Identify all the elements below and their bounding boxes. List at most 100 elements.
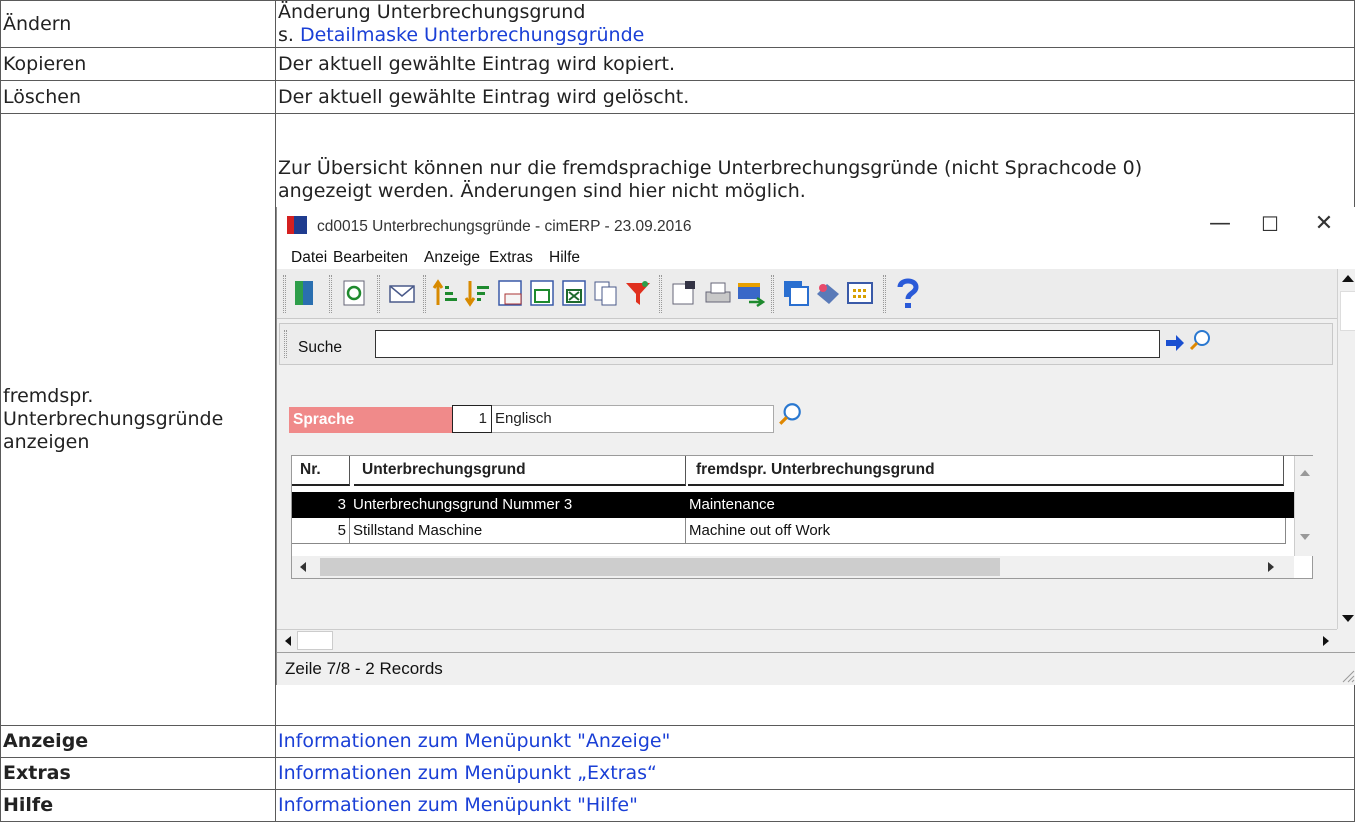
excel-icon[interactable]: [559, 278, 589, 308]
windows-icon[interactable]: [781, 278, 811, 308]
scroll-left-arrow-icon[interactable]: [285, 635, 291, 646]
toolbar-grip: [659, 274, 662, 313]
grid-horizontal-scrollbar[interactable]: [292, 555, 1294, 578]
toolbar-grip: [377, 274, 380, 313]
row-fremd: fremdspr. Unterbrechungsgründe anzeigen …: [0, 113, 1355, 726]
cell-nr: 5: [292, 517, 350, 544]
cell-fremd: Machine out off Work: [686, 517, 1286, 544]
cell-desc-fremd: Zur Übersicht können nur die fremdsprach…: [275, 113, 1355, 726]
transfer-icon[interactable]: [735, 278, 765, 308]
menu-datei[interactable]: Datei: [291, 246, 327, 269]
cell-link-anzeige: Informationen zum Menüpunkt "Anzeige": [275, 725, 1355, 758]
search-bar: Suche: [279, 322, 1333, 365]
link-extras[interactable]: Informationen zum Menüpunkt „Extras“: [278, 762, 657, 784]
sprache-search-icon[interactable]: [777, 401, 803, 427]
scroll-down-arrow-icon[interactable]: [1342, 614, 1354, 622]
export-icon[interactable]: [527, 278, 557, 308]
toolbar-grip: [883, 274, 886, 313]
scroll-right-arrow-icon[interactable]: [1323, 635, 1329, 646]
table-row[interactable]: 5 Stillstand Maschine Machine out off Wo…: [292, 517, 1294, 544]
menu-bearbeiten[interactable]: Bearbeiten: [333, 246, 408, 269]
column-header-nr[interactable]: Nr.: [292, 455, 350, 486]
table-row[interactable]: 3 Unterbrechungsgrund Nummer 3 Maintenan…: [292, 491, 1294, 518]
search-input[interactable]: [375, 329, 1160, 358]
menu-bar: Datei Bearbeiten Anzeige Extras Hilfe: [277, 240, 1355, 269]
stamp-icon[interactable]: [813, 278, 843, 308]
title-bar: cd0015 Unterbrechungsgründe - cimERP - 2…: [277, 206, 1355, 241]
grid-scroll-up-icon[interactable]: [1300, 469, 1310, 476]
grid-scroll-down-icon[interactable]: [1300, 533, 1310, 540]
row-extras: Extras Informationen zum Menüpunkt „Extr…: [0, 757, 1355, 790]
mail-icon[interactable]: [387, 278, 417, 308]
label-kopieren: Kopieren: [0, 47, 276, 81]
filter-icon[interactable]: [623, 278, 653, 308]
desc-fremd-2: angezeigt werden. Änderungen sind hier n…: [278, 179, 806, 202]
column-header-unterbrechungsgrund[interactable]: Unterbrechungsgrund: [354, 455, 686, 486]
status-bar: Zeile 7/8 - 2 Records: [277, 651, 1355, 685]
scroll-thumb[interactable]: [1340, 290, 1355, 331]
cell-label-fremd: fremdspr. Unterbrechungsgründe anzeigen: [0, 113, 276, 726]
window-hscroll-thumb[interactable]: [297, 630, 333, 650]
cell-fremd: Maintenance: [686, 491, 1286, 518]
desc-loeschen: Der aktuell gewählte Eintrag wird gelösc…: [275, 80, 1355, 114]
menu-anzeige[interactable]: Anzeige: [424, 246, 480, 269]
column-header-fremdspr[interactable]: fremdspr. Unterbrechungsgrund: [688, 455, 1284, 486]
maximize-button[interactable]: ☐: [1247, 209, 1293, 239]
scroll-up-arrow-icon[interactable]: [1342, 274, 1354, 282]
window-horizontal-scrollbar[interactable]: [277, 628, 1337, 651]
cell-nr: 3: [292, 491, 350, 518]
sprache-name-field: Englisch: [492, 404, 774, 433]
app-icon: [287, 215, 307, 234]
exit-door-icon[interactable]: [291, 278, 321, 308]
form-icon[interactable]: [669, 278, 699, 308]
label-aendern: Ändern: [3, 12, 72, 35]
window-vertical-scrollbar[interactable]: [1337, 268, 1355, 629]
grid-scroll-right-icon[interactable]: [1268, 561, 1274, 572]
resize-grip-icon[interactable]: [1341, 669, 1355, 683]
printer-icon[interactable]: [703, 278, 733, 308]
prefix-aendern: s.: [278, 24, 300, 46]
toolbar-grip: [283, 274, 286, 313]
label-hilfe: Hilfe: [0, 789, 276, 822]
app-window: cd0015 Unterbrechungsgründe - cimERP - 2…: [276, 206, 1355, 685]
row-loeschen: Löschen Der aktuell gewählte Eintrag wir…: [0, 80, 1355, 114]
arrow-right-icon[interactable]: [1164, 332, 1186, 354]
sprache-label: Sprache: [289, 406, 454, 433]
calendar-123-icon[interactable]: [495, 278, 525, 308]
desc-kopieren: Der aktuell gewählte Eintrag wird kopier…: [275, 47, 1355, 81]
label-loeschen: Löschen: [0, 80, 276, 114]
sort-descending-icon[interactable]: [463, 278, 493, 308]
close-button[interactable]: ✕: [1301, 209, 1347, 239]
cell-link-extras: Informationen zum Menüpunkt „Extras“: [275, 757, 1355, 790]
refresh-icon[interactable]: [339, 278, 369, 308]
columns-icon[interactable]: [845, 278, 875, 308]
help-icon[interactable]: [891, 276, 925, 310]
sort-ascending-icon[interactable]: [431, 278, 461, 308]
toolbar-grip: [423, 274, 426, 313]
minimize-button[interactable]: —: [1197, 209, 1243, 239]
copy-pages-icon[interactable]: [591, 278, 621, 308]
label-fremd-1: fremdspr.: [3, 385, 94, 407]
cell-link-hilfe: Informationen zum Menüpunkt "Hilfe": [275, 789, 1355, 822]
grid-vertical-scrollbar[interactable]: [1294, 455, 1314, 556]
desc-fremd-1: Zur Übersicht können nur die fremdsprach…: [278, 156, 1143, 179]
link-anzeige[interactable]: Informationen zum Menüpunkt "Anzeige": [278, 730, 670, 752]
sprache-code-field[interactable]: 1: [452, 404, 492, 433]
searchbar-grip: [284, 329, 287, 358]
row-kopieren: Kopieren Der aktuell gewählte Eintrag wi…: [0, 47, 1355, 81]
doc-table: Ändern Änderung Unterbrechungsgrund s. D…: [0, 0, 1355, 822]
embedded-screenshot: cd0015 Unterbrechungsgründe - cimERP - 2…: [276, 206, 1355, 687]
cell-grund: Unterbrechungsgrund Nummer 3: [350, 491, 686, 518]
menu-hilfe[interactable]: Hilfe: [549, 246, 580, 269]
link-hilfe[interactable]: Informationen zum Menüpunkt "Hilfe": [278, 794, 638, 816]
data-grid: Nr. Unterbrechungsgrund fremdspr. Unterb…: [291, 454, 1314, 579]
window-title: cd0015 Unterbrechungsgründe - cimERP - 2…: [317, 217, 692, 235]
label-fremd-3: anzeigen: [3, 431, 90, 453]
grid-scroll-thumb[interactable]: [320, 557, 1000, 576]
menu-extras[interactable]: Extras: [489, 246, 533, 269]
search-icon[interactable]: [1188, 328, 1212, 352]
cell-grund: Stillstand Maschine: [350, 517, 686, 544]
link-detailmaske[interactable]: Detailmaske Unterbrechungsgründe: [300, 24, 644, 46]
grid-scroll-left-icon[interactable]: [300, 561, 306, 572]
toolbar-grip: [771, 274, 774, 313]
